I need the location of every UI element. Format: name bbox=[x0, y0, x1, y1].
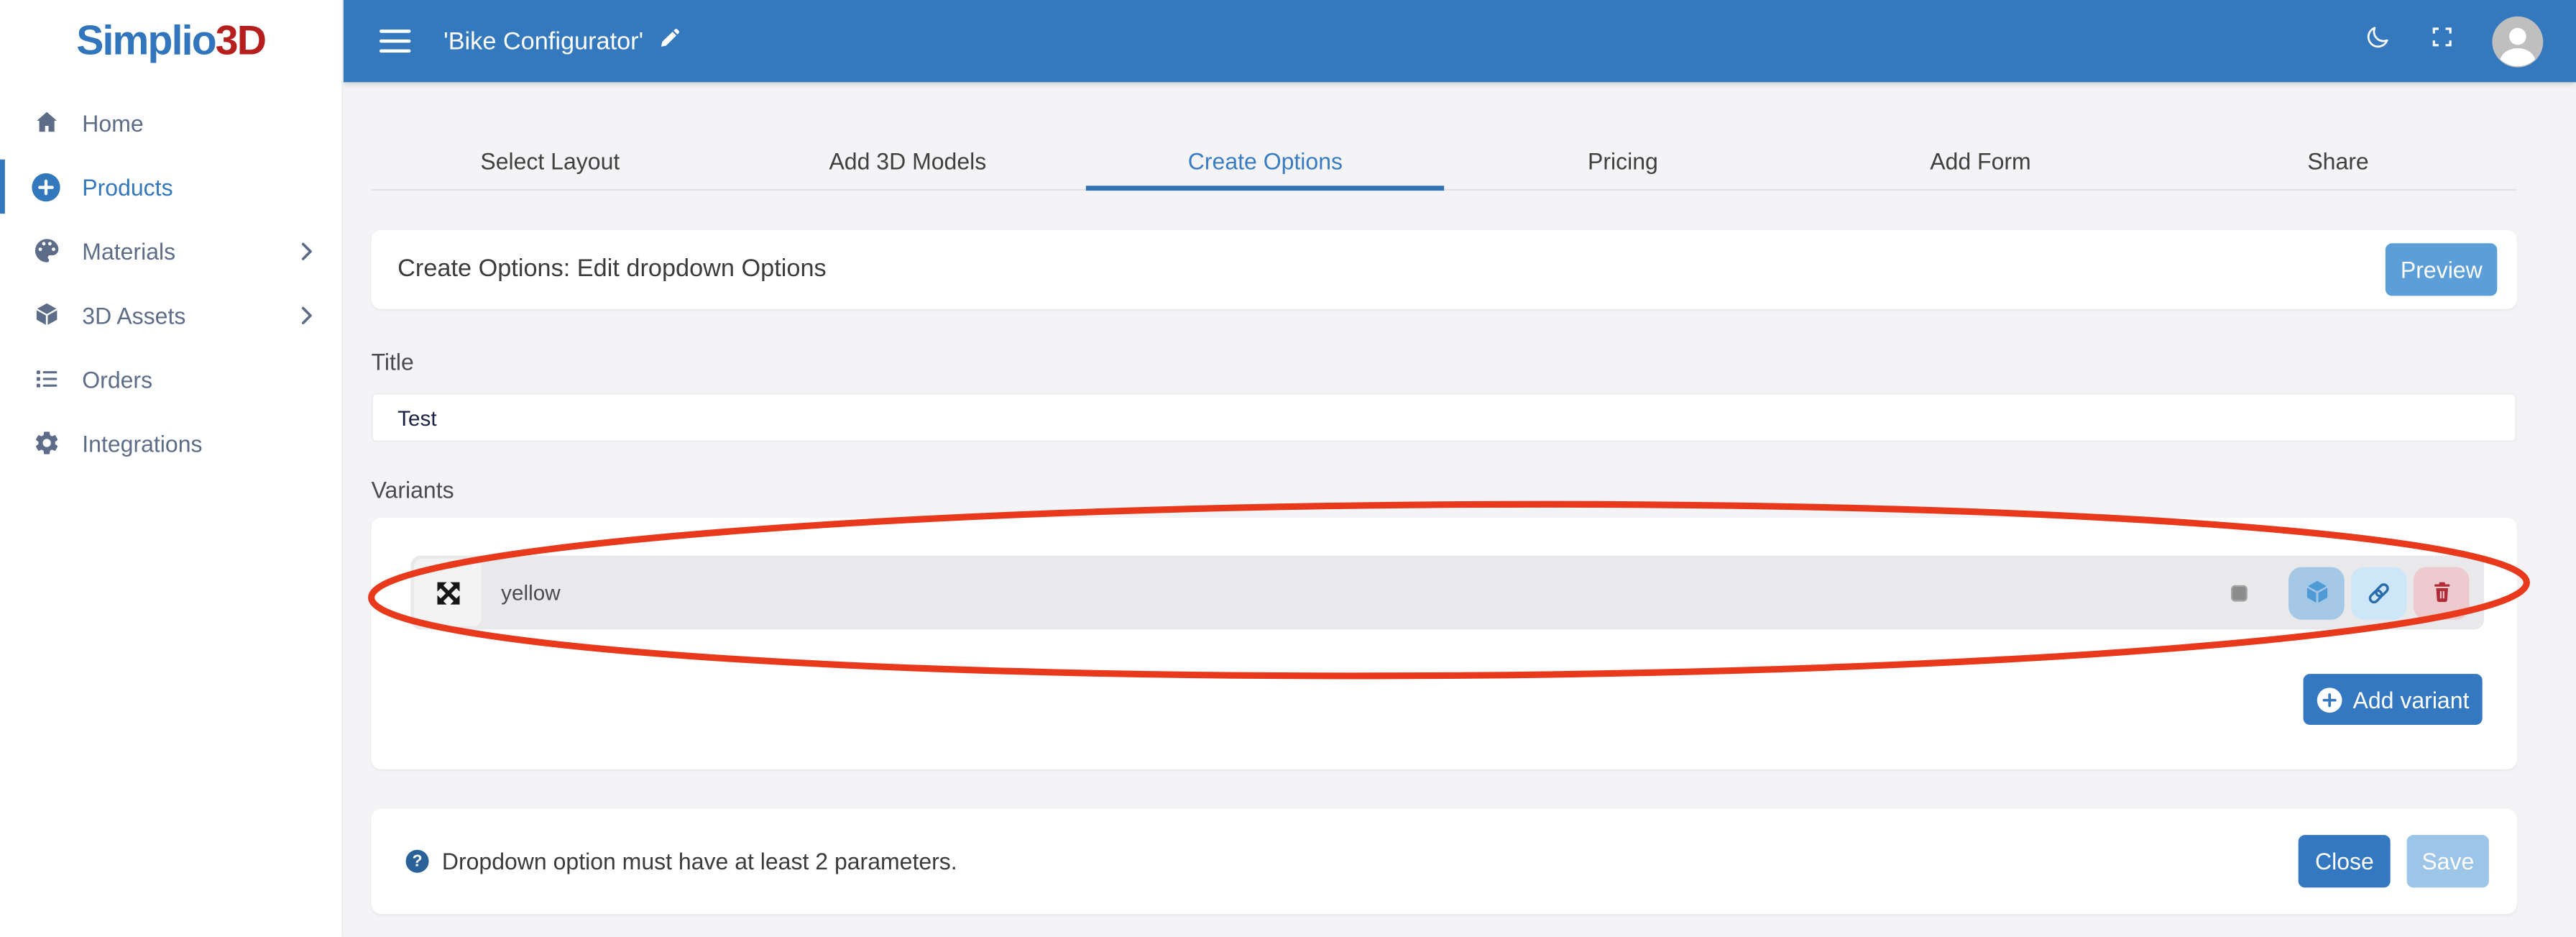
logo-text-secondary: 3D bbox=[216, 18, 265, 64]
tab-bar: Select Layout Add 3D Models Create Optio… bbox=[372, 132, 2517, 191]
person-icon bbox=[2492, 16, 2543, 67]
panel-title: Create Options: Edit dropdown Options bbox=[397, 230, 827, 309]
sidebar-item-products[interactable]: Products bbox=[0, 155, 341, 219]
chevron-right-icon bbox=[300, 305, 313, 324]
dark-mode-button[interactable] bbox=[2364, 23, 2392, 59]
sidebar: Simplio3D Home Products Materials bbox=[0, 0, 344, 937]
footer-card: ? Dropdown option must have at least 2 p… bbox=[372, 809, 2517, 914]
home-icon bbox=[31, 108, 60, 137]
validation-hint: ? Dropdown option must have at least 2 p… bbox=[406, 809, 957, 914]
title-input[interactable] bbox=[372, 393, 2517, 442]
fullscreen-button[interactable] bbox=[2430, 24, 2455, 58]
sidebar-item-label: Materials bbox=[82, 237, 300, 264]
topbar: 'Bike Configurator' bbox=[344, 0, 2576, 82]
plus-circle-icon bbox=[2317, 686, 2343, 713]
save-button[interactable]: Save bbox=[2407, 835, 2489, 887]
logo-text-primary: Simplio bbox=[76, 18, 216, 64]
cube-icon bbox=[2301, 577, 2332, 608]
gear-icon bbox=[31, 428, 60, 457]
variants-section-label: Variants bbox=[372, 477, 454, 503]
panel-header-card: Create Options: Edit dropdown Options Pr… bbox=[372, 230, 2517, 309]
sidebar-item-label: Integrations bbox=[82, 430, 341, 457]
sidebar-item-label: Home bbox=[82, 109, 341, 136]
variant-color-swatch[interactable] bbox=[2231, 585, 2248, 601]
tab-select-layout[interactable]: Select Layout bbox=[372, 132, 730, 189]
hint-text: Dropdown option must have at least 2 par… bbox=[442, 848, 957, 874]
sidebar-item-label: 3D Assets bbox=[82, 301, 300, 328]
sidebar-nav: Home Products Materials bbox=[0, 91, 341, 475]
link-icon bbox=[2364, 577, 2393, 607]
trash-icon bbox=[2427, 579, 2455, 607]
moon-icon bbox=[2364, 23, 2392, 59]
variant-row: yellow bbox=[410, 556, 2484, 630]
page-title: 'Bike Configurator' bbox=[443, 27, 643, 55]
variant-row-actions bbox=[2231, 556, 2469, 630]
tab-add-3d-models[interactable]: Add 3D Models bbox=[729, 132, 1087, 189]
move-arrows-icon bbox=[430, 575, 466, 611]
cube-icon bbox=[31, 300, 60, 329]
variant-link-button[interactable] bbox=[2351, 566, 2407, 618]
tab-pricing[interactable]: Pricing bbox=[1444, 132, 1802, 189]
plus-circle-icon bbox=[31, 172, 60, 201]
app-root: Simplio3D Home Products Materials bbox=[0, 0, 2576, 937]
sidebar-item-label: Products bbox=[82, 173, 341, 200]
help-icon: ? bbox=[406, 850, 429, 873]
tab-add-form[interactable]: Add Form bbox=[1802, 132, 2160, 189]
user-avatar[interactable] bbox=[2492, 16, 2543, 67]
sidebar-item-materials[interactable]: Materials bbox=[0, 219, 341, 283]
main-content: Select Layout Add 3D Models Create Optio… bbox=[344, 82, 2576, 937]
list-icon bbox=[31, 364, 60, 393]
title-field-label: Title bbox=[372, 349, 414, 375]
app-logo: Simplio3D bbox=[0, 18, 341, 65]
sidebar-item-integrations[interactable]: Integrations bbox=[0, 411, 341, 475]
variant-name: yellow bbox=[501, 556, 561, 630]
variant-drag-handle[interactable] bbox=[414, 559, 482, 626]
chevron-right-icon bbox=[300, 241, 313, 260]
palette-icon bbox=[31, 236, 60, 265]
pencil-icon bbox=[658, 25, 681, 56]
tab-create-options[interactable]: Create Options bbox=[1087, 132, 1445, 189]
close-button[interactable]: Close bbox=[2299, 835, 2391, 887]
add-variant-label: Add variant bbox=[2353, 686, 2470, 713]
fullscreen-icon bbox=[2430, 24, 2455, 58]
sidebar-item-orders[interactable]: Orders bbox=[0, 347, 341, 411]
add-variant-button[interactable]: Add variant bbox=[2304, 674, 2483, 725]
edit-title-button[interactable] bbox=[658, 25, 681, 56]
sidebar-item-home[interactable]: Home bbox=[0, 91, 341, 155]
preview-button[interactable]: Preview bbox=[2386, 243, 2497, 296]
tab-share[interactable]: Share bbox=[2159, 132, 2517, 189]
menu-button[interactable] bbox=[380, 29, 410, 53]
variants-card: yellow bbox=[372, 518, 2517, 769]
variant-3d-model-button[interactable] bbox=[2288, 566, 2345, 618]
variant-delete-button[interactable] bbox=[2414, 566, 2470, 618]
topbar-actions bbox=[2364, 16, 2576, 67]
sidebar-item-3d-assets[interactable]: 3D Assets bbox=[0, 283, 341, 347]
sidebar-item-label: Orders bbox=[82, 366, 341, 393]
